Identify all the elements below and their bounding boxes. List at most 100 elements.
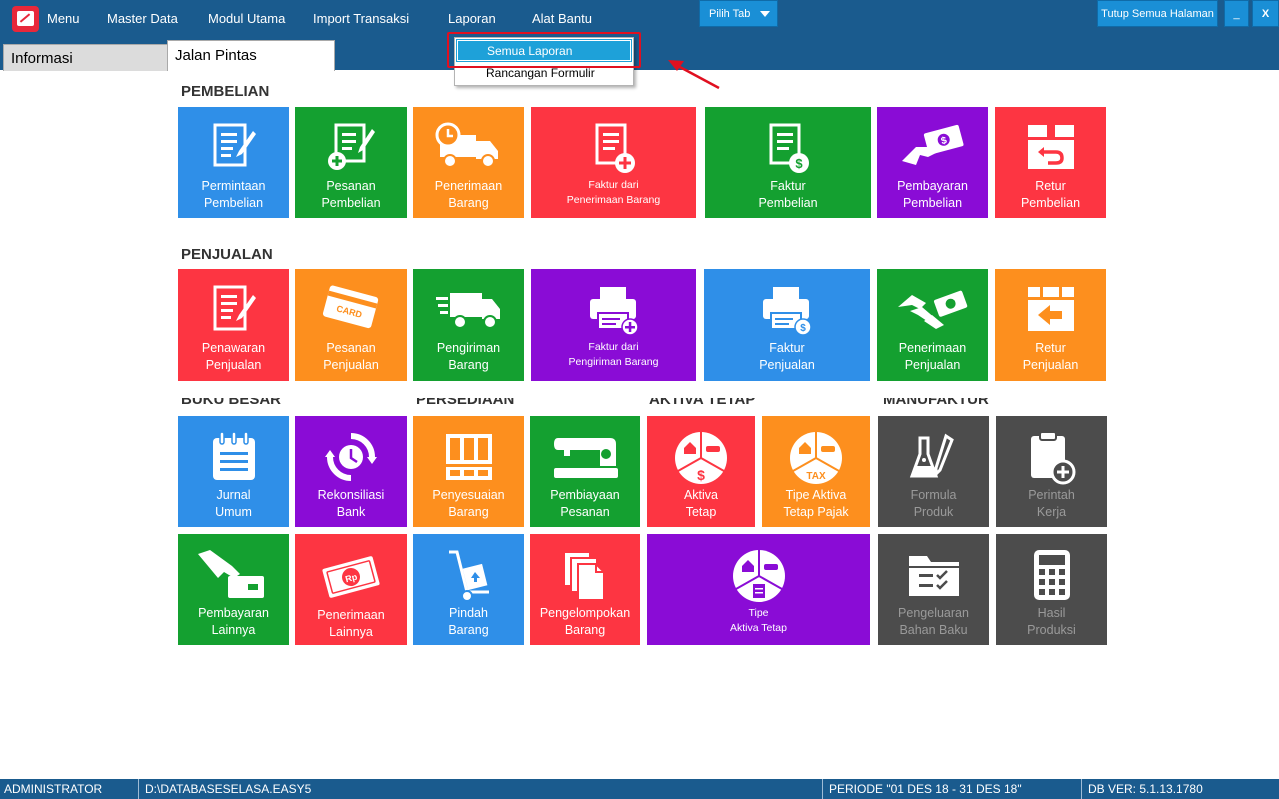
close-button[interactable]: X	[1252, 0, 1279, 27]
document-edit-icon	[213, 285, 256, 331]
credit-card-icon: CARD	[322, 285, 379, 329]
tile-pengiriman-barang[interactable]: Pengiriman Barang	[413, 269, 524, 381]
pilih-tab-dropdown[interactable]: Pilih Tab	[699, 0, 778, 27]
asset-pie-dollar-icon: $	[675, 432, 727, 484]
lab-flask-icon	[909, 433, 954, 478]
tile-permintaan-pembelian[interactable]: Permintaan Pembelian	[178, 107, 289, 218]
tile-retur-penjualan[interactable]: Retur Penjualan	[995, 269, 1106, 381]
section-title-pembelian: PEMBELIAN	[181, 83, 270, 100]
money-rupiah-icon: Rp	[322, 556, 380, 598]
status-database: D:\DATABASESELASA.EASY5	[145, 782, 312, 796]
minimize-button[interactable]: _	[1224, 0, 1249, 27]
status-bar: ADMINISTRATOR D:\DATABASESELASA.EASY5 PE…	[0, 779, 1279, 799]
tile-pengeluaran-bahan-baku[interactable]: Pengeluaran Bahan Baku	[878, 534, 989, 645]
tile-retur-penjualan-label: Retur Penjualan	[1022, 341, 1079, 372]
tile-aktiva-tetap[interactable]: $ Aktiva Tetap	[647, 416, 755, 527]
section-title-buku-besar-text: BUKU BESAR	[181, 398, 282, 408]
tile-faktur-penerimaan-barang[interactable]: Faktur dari Penerimaan Barang	[531, 107, 696, 218]
tile-hasil-produksi-label: Hasil Produksi	[1027, 606, 1076, 637]
stacked-documents-icon	[563, 551, 605, 601]
tile-pengiriman-barang-label: Pengiriman Barang	[436, 341, 501, 372]
menu-laporan[interactable]: Laporan	[448, 11, 496, 26]
handshake-money-icon	[897, 290, 967, 329]
tile-pembayaran-lainnya[interactable]: Pembayaran Lainnya	[178, 534, 289, 645]
status-divider	[138, 779, 139, 799]
tile-tipe-aktiva-tetap[interactable]: Tipe Aktiva Tetap	[647, 534, 870, 645]
svg-text:$: $	[697, 467, 705, 483]
tile-hasil-produksi[interactable]: Hasil Produksi	[996, 534, 1107, 645]
tile-penerimaan-penjualan-label: Penerimaan Penjualan	[898, 341, 967, 372]
tile-tipe-aktiva-tetap-pajak[interactable]: TAX Tipe Aktiva Tetap Pajak	[762, 416, 870, 527]
tile-pembiayaan-pesanan-label: Pembiayaan Pesanan	[550, 488, 620, 519]
tile-penerimaan-barang-label: Penerimaan Barang	[434, 179, 503, 210]
tile-aktiva-tetap-label: Aktiva Tetap	[683, 488, 719, 519]
tile-pesanan-pembelian-label: Pesanan Pembelian	[321, 179, 381, 210]
menu-modul-utama[interactable]: Modul Utama	[208, 11, 285, 26]
return-box-arrow-icon	[1027, 287, 1074, 331]
tile-penerimaan-lainnya-label: Penerimaan Lainnya	[317, 608, 385, 639]
svg-text:$: $	[800, 323, 806, 334]
tile-formula-produk-label: Formula Produk	[910, 488, 957, 519]
tile-penawaran-penjualan-label: Penawaran Penjualan	[201, 341, 266, 372]
menu-master-data[interactable]: Master Data	[107, 11, 178, 26]
tile-faktur-pengiriman-barang-label: Faktur dari Pengiriman Barang	[568, 341, 659, 368]
tile-faktur-pengiriman-barang[interactable]: Faktur dari Pengiriman Barang	[531, 269, 696, 381]
tile-faktur-pembelian[interactable]: $ Faktur Pembelian	[705, 107, 871, 218]
tile-pesanan-penjualan-label: Pesanan Penjualan	[323, 341, 379, 372]
tax-badge-text: TAX	[806, 471, 826, 482]
reconcile-clock-icon	[325, 433, 377, 481]
tile-penerimaan-penjualan[interactable]: Penerimaan Penjualan	[877, 269, 988, 381]
chevron-down-icon	[760, 11, 770, 17]
tile-rekonsiliasi-bank[interactable]: Rekonsiliasi Bank	[295, 416, 407, 527]
tab-informasi-label: Informasi	[11, 50, 73, 67]
tile-retur-pembelian[interactable]: Retur Pembelian	[995, 107, 1106, 218]
asset-pie-document-icon	[732, 550, 785, 602]
tile-formula-produk[interactable]: Formula Produk	[878, 416, 989, 527]
document-edit-icon	[213, 123, 256, 167]
tab-jalan-pintas[interactable]: Jalan Pintas	[167, 40, 335, 71]
tile-rekonsiliasi-bank-label: Rekonsiliasi Bank	[317, 488, 385, 519]
svg-text:$: $	[795, 156, 803, 171]
tile-faktur-penjualan[interactable]: $ Faktur Penjualan	[704, 269, 870, 381]
tile-jurnal-umum-label: Jurnal Umum	[215, 488, 252, 519]
status-user: ADMINISTRATOR	[4, 782, 103, 796]
highlight-box	[447, 32, 641, 68]
pilih-tab-label: Pilih Tab	[709, 8, 751, 20]
printer-dollar-icon: $	[763, 287, 812, 336]
app-logo-icon[interactable]	[12, 6, 39, 32]
section-title-buku-besar: BUKU BESAR	[181, 398, 281, 408]
close-all-pages-button[interactable]: Tutup Semua Halaman	[1097, 0, 1218, 27]
tile-pesanan-pembelian[interactable]: Pesanan Pembelian	[295, 107, 407, 218]
tile-penawaran-penjualan[interactable]: Penawaran Penjualan	[178, 269, 289, 381]
tab-jalan-pintas-label: Jalan Pintas	[175, 47, 257, 64]
tile-pindah-barang[interactable]: Pindah Barang	[413, 534, 524, 645]
tile-perintah-kerja[interactable]: Perintah Kerja	[996, 416, 1107, 527]
tile-penyesuaian-barang[interactable]: Penyesuaian Barang	[413, 416, 524, 527]
tile-penerimaan-lainnya[interactable]: Rp Penerimaan Lainnya	[295, 534, 407, 645]
section-title-aktiva-tetap: AKTIVA TETAP	[649, 398, 755, 408]
section-title-penjualan: PENJUALAN	[181, 246, 273, 263]
status-divider	[822, 779, 823, 799]
shelf-binders-icon	[445, 434, 492, 480]
menu-button[interactable]: Menu	[47, 11, 80, 26]
tile-pembayaran-pembelian-label: Pembayaran Pembelian	[897, 179, 968, 210]
tile-pengelompokan-barang[interactable]: Pengelompokan Barang	[530, 534, 640, 645]
tile-penerimaan-barang[interactable]: Penerimaan Barang	[413, 107, 524, 218]
tile-jurnal-umum[interactable]: Jurnal Umum	[178, 416, 289, 527]
menu-alat-bantu[interactable]: Alat Bantu	[532, 11, 592, 26]
folder-checklist-icon	[908, 556, 959, 596]
tile-pesanan-penjualan[interactable]: CARD Pesanan Penjualan	[295, 269, 407, 381]
tile-pengelompokan-barang-label: Pengelompokan Barang	[539, 606, 631, 637]
tab-informasi[interactable]: Informasi	[3, 44, 168, 71]
section-title-persediaan: PERSEDIAAN	[416, 398, 514, 408]
menu-import-transaksi[interactable]: Import Transaksi	[313, 11, 409, 26]
sewing-machine-icon	[554, 438, 618, 478]
hand-card-icon	[197, 550, 264, 598]
section-title-manufaktur-text: MANUFAKTUR	[883, 398, 989, 408]
tile-faktur-pembelian-label: Faktur Pembelian	[758, 179, 818, 210]
tile-tipe-aktiva-tetap-label: Tipe Aktiva Tetap	[729, 607, 787, 634]
section-title-manufaktur: MANUFAKTUR	[883, 398, 989, 408]
hand-truck-icon	[448, 550, 489, 602]
tile-pembiayaan-pesanan[interactable]: Pembiayaan Pesanan	[530, 416, 640, 527]
tile-pembayaran-pembelian[interactable]: $ Pembayaran Pembelian	[877, 107, 988, 218]
